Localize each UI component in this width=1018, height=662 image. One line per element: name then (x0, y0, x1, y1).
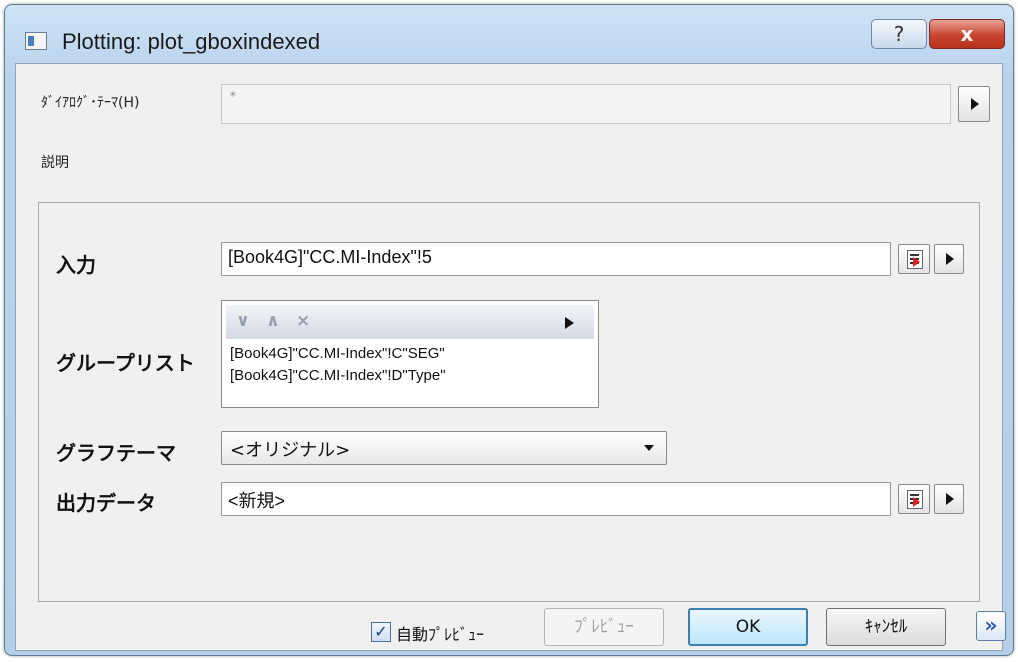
preview-button[interactable]: ﾌﾟﾚﾋﾞｭｰ (544, 608, 664, 646)
graph-theme-label: グラフテーマ (56, 441, 176, 465)
close-button[interactable]: x (929, 19, 1005, 49)
graph-theme-selected: <オリジナル> (230, 440, 351, 461)
move-down-icon[interactable]: ∨ (236, 311, 250, 331)
app-window-icon (25, 32, 47, 50)
chevron-down-icon (644, 445, 654, 451)
cancel-button[interactable]: ｷｬﾝｾﾙ (826, 608, 946, 646)
group-list-toolbar: ∨ ∧ × (226, 305, 594, 339)
dialog-theme-label: ﾀﾞｲｱﾛｸﾞ･ﾃｰﾏ(H) (41, 95, 140, 111)
description-label: 説明 (41, 155, 69, 171)
window-title: Plotting: plot_gboxindexed (62, 29, 321, 54)
dialog-client-area: ﾀﾞｲｱﾛｸﾞ･ﾃｰﾏ(H) * 説明 入力 [Book4G]"CC.MI-In… (15, 63, 1006, 651)
auto-preview-label[interactable]: 自動ﾌﾟﾚﾋﾞｭｰ (396, 621, 484, 645)
select-arrow-icon (913, 257, 920, 267)
input-label: 入力 (56, 253, 96, 277)
output-select-button[interactable] (898, 484, 930, 514)
dialog-window: Plotting: plot_gboxindexed ? x ﾀﾞｲｱﾛｸﾞ･ﾃ… (4, 4, 1014, 656)
input-menu-button[interactable] (934, 244, 964, 274)
group-list[interactable]: ∨ ∧ × [Book4G]"CC.MI-Index"!C"SEG" [Book… (221, 300, 599, 408)
ok-button[interactable]: OK (688, 608, 808, 646)
graph-theme-dropdown[interactable]: <オリジナル> (221, 431, 667, 465)
dialog-theme-menu-button[interactable] (958, 86, 990, 122)
expand-dialog-button[interactable]: » (976, 611, 1006, 641)
output-data-label: 出力データ (56, 491, 156, 515)
input-select-button[interactable] (898, 244, 930, 274)
auto-preview-checkbox[interactable]: ✓ (371, 622, 391, 642)
output-menu-button[interactable] (934, 484, 964, 514)
move-up-icon[interactable]: ∧ (266, 311, 280, 331)
output-data-field[interactable]: <新規> (221, 482, 891, 516)
input-field[interactable]: [Book4G]"CC.MI-Index"!5 (221, 242, 891, 276)
remove-icon[interactable]: × (296, 311, 310, 331)
dialog-theme-field[interactable]: * (221, 84, 951, 124)
group-list-label: グループリスト (56, 351, 195, 375)
list-item[interactable]: [Book4G]"CC.MI-Index"!D"Type" (230, 367, 446, 384)
select-arrow-icon (913, 497, 920, 507)
help-button[interactable]: ? (871, 19, 927, 49)
group-list-menu-icon[interactable] (565, 317, 574, 329)
list-item[interactable]: [Book4G]"CC.MI-Index"!C"SEG" (230, 345, 445, 362)
title-bar[interactable]: Plotting: plot_gboxindexed ? x (5, 5, 1013, 63)
